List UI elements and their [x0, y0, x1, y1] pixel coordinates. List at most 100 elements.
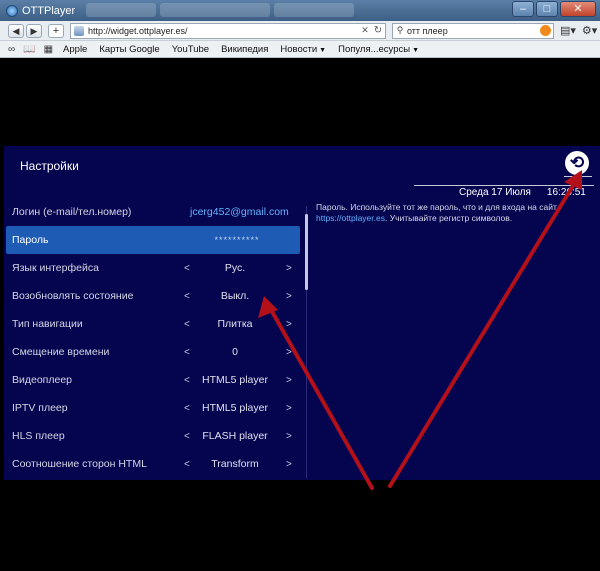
top-sites-grid-icon[interactable]: ▦ — [44, 44, 53, 55]
background-tab[interactable] — [274, 3, 354, 17]
bookmarks-bar: ∞ 📖 ▦ Apple Карты Google YouTube Википед… — [0, 41, 600, 58]
chevron-down-icon: ▼ — [319, 46, 327, 54]
scrollbar[interactable] — [305, 214, 308, 290]
help-link[interactable]: https://ottplayer.es — [316, 213, 385, 223]
setting-value: Плитка — [217, 318, 253, 330]
search-icon: ⚲ — [396, 25, 404, 35]
minimize-icon[interactable]: – — [512, 1, 534, 17]
background-tabs — [86, 3, 354, 17]
date-text: Среда 17 Июля — [459, 187, 531, 198]
search-query[interactable]: отт плеер — [407, 26, 540, 36]
chevron-left-icon[interactable]: < — [184, 263, 190, 274]
empty-area — [0, 480, 600, 571]
setting-row-resume[interactable]: Возобновлять состояние < Выкл. > — [4, 282, 304, 310]
setting-value: Рус. — [224, 262, 246, 274]
chevron-right-icon[interactable]: > — [286, 403, 292, 414]
setting-label: Логин (e-mail/тел.номер) — [12, 206, 132, 218]
setting-row-language[interactable]: Язык интерфейса < Рус. > — [4, 254, 304, 282]
setting-label: IPTV плеер — [12, 402, 68, 414]
chevron-left-icon[interactable]: < — [184, 319, 190, 330]
setting-label: Возобновлять состояние — [12, 290, 134, 302]
setting-label: Пароль — [12, 234, 49, 246]
bookmarks-book-icon[interactable]: 📖 — [23, 44, 35, 55]
bookmark-popular-label: Популя...есурсы — [338, 43, 411, 55]
setting-row-login[interactable]: Логин (e-mail/тел.номер) jcerg452@gmail.… — [4, 198, 304, 226]
site-favicon-icon — [74, 25, 84, 36]
settings-header: Настройки ⟲ Среда 17 Июля 16:26:51 — [4, 146, 600, 198]
browser-app-icon — [6, 4, 18, 17]
address-text[interactable]: http://widget.ottplayer.es/ — [88, 26, 359, 36]
chevron-left-icon[interactable]: < — [184, 291, 190, 302]
setting-row-password[interactable]: Пароль ********** — [6, 226, 300, 254]
help-text-rest: . Учитывайте регистр символов. — [384, 213, 513, 223]
setting-row-iptv-player[interactable]: IPTV плеер < HTML5 player > — [4, 394, 304, 422]
background-tab[interactable] — [160, 3, 270, 17]
chevron-left-icon[interactable]: < — [184, 431, 190, 442]
close-icon[interactable]: ✕ — [560, 1, 596, 17]
setting-value: ********** — [214, 235, 260, 245]
reload-icon[interactable]: ↻ — [371, 25, 385, 36]
back-return-icon[interactable]: ⟲ — [565, 151, 589, 175]
bookmark-news-label: Новости — [280, 43, 318, 55]
chevron-left-icon[interactable]: < — [184, 403, 190, 414]
maximize-icon[interactable]: □ — [536, 1, 558, 17]
window-titlebar: OTTPlayer – □ ✕ — [0, 0, 600, 21]
setting-value: FLASH player — [202, 430, 268, 442]
setting-label: Тип навигации — [12, 318, 83, 330]
help-text: Пароль. Используйте тот же пароль, что и… — [316, 202, 596, 226]
back-arrow-icon[interactable]: ◀ — [8, 23, 24, 38]
help-line: https://ottplayer.es. Учитывайте регистр… — [316, 213, 596, 224]
setting-row-time-offset[interactable]: Смещение времени < 0 > — [4, 338, 304, 366]
divider — [564, 176, 592, 177]
bookmark-popular-menu[interactable]: Популя...есурсы ▼ — [338, 44, 419, 55]
forward-arrow-icon[interactable]: ▶ — [26, 23, 42, 38]
setting-value: Выкл. — [220, 290, 250, 302]
setting-label: Видеоплеер — [12, 374, 73, 386]
setting-label: HLS плеер — [12, 430, 65, 442]
bookmark-youtube[interactable]: YouTube — [172, 44, 209, 55]
reader-glasses-icon[interactable]: ∞ — [8, 44, 15, 55]
setting-label: Соотношение сторон HTML — [12, 458, 147, 470]
chevron-down-icon: ▼ — [412, 46, 419, 54]
bookmark-wikipedia[interactable]: Википедия — [221, 44, 268, 55]
chevron-right-icon[interactable]: > — [286, 291, 292, 302]
setting-row-navigation[interactable]: Тип навигации < Плитка > — [4, 310, 304, 338]
window-controls: – □ ✕ — [512, 1, 596, 17]
setting-row-aspect-ratio[interactable]: Соотношение сторон HTML < Transform > — [4, 450, 304, 478]
gear-icon[interactable]: ⚙▾ — [582, 24, 597, 37]
setting-value: HTML5 player — [202, 402, 268, 414]
chevron-left-icon[interactable]: < — [184, 459, 190, 470]
setting-value: 0 — [232, 346, 238, 358]
chevron-right-icon[interactable]: > — [286, 319, 292, 330]
search-engine-icon[interactable] — [540, 25, 551, 36]
bookmark-google-maps[interactable]: Карты Google — [99, 44, 159, 55]
page-menu-icon[interactable]: ▤▾ — [560, 24, 576, 37]
chevron-right-icon[interactable]: > — [286, 347, 292, 358]
setting-row-video-player[interactable]: Видеоплеер < HTML5 player > — [4, 366, 304, 394]
help-line: Пароль. Используйте тот же пароль, что и… — [316, 202, 557, 212]
chevron-left-icon[interactable]: < — [184, 347, 190, 358]
bookmark-news-menu[interactable]: Новости ▼ — [280, 44, 326, 55]
search-field[interactable]: ⚲ отт плеер — [392, 22, 554, 39]
bookmark-apple[interactable]: Apple — [63, 44, 87, 55]
page-title: Настройки — [20, 159, 79, 173]
chevron-right-icon[interactable]: > — [286, 375, 292, 386]
setting-value: Transform — [211, 458, 259, 470]
background-tab[interactable] — [86, 3, 156, 17]
date-time: Среда 17 Июля 16:26:51 — [459, 187, 586, 198]
setting-row-hls-player[interactable]: HLS плеер < FLASH player > — [4, 422, 304, 450]
setting-value: HTML5 player — [202, 374, 268, 386]
chevron-right-icon[interactable]: > — [286, 263, 292, 274]
divider — [414, 185, 594, 186]
address-bar[interactable]: http://widget.ottplayer.es/ ✕ ↻ — [70, 22, 386, 39]
chevron-right-icon[interactable]: > — [286, 459, 292, 470]
browser-toolbar: ◀ ▶ + http://widget.ottplayer.es/ ✕ ↻ ⚲ … — [0, 21, 600, 41]
setting-value: jcerg452@gmail.com — [190, 206, 289, 218]
stop-icon[interactable]: ✕ — [359, 25, 371, 36]
window-title: OTTPlayer — [22, 4, 76, 17]
new-tab-plus-icon[interactable]: + — [48, 23, 64, 38]
clock-text: 16:26:51 — [546, 187, 586, 198]
chevron-right-icon[interactable]: > — [286, 431, 292, 442]
setting-label: Смещение времени — [12, 346, 110, 358]
chevron-left-icon[interactable]: < — [184, 375, 190, 386]
